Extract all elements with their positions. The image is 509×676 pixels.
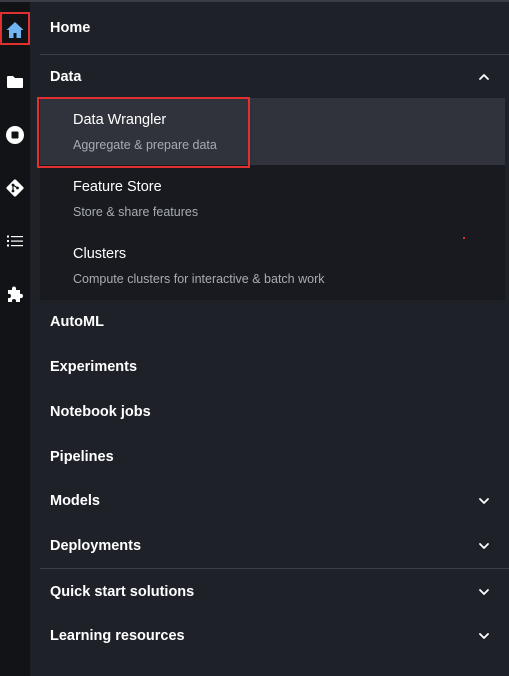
nav-label-deployments: Deployments (50, 537, 142, 554)
nav-item-data[interactable]: Data (40, 55, 509, 98)
nav-item-home[interactable]: Home (40, 2, 509, 54)
list-icon[interactable] (3, 229, 27, 253)
puzzle-icon[interactable] (3, 282, 27, 306)
nav-label-experiments: Experiments (50, 358, 138, 375)
nav-label-notebook-jobs: Notebook jobs (50, 403, 151, 420)
nav-item-notebook-jobs[interactable]: Notebook jobs (40, 389, 509, 434)
navigation-panel: Home Data Data Wrangler Aggregate & prep… (30, 2, 509, 676)
nav-item-quick-start-solutions[interactable]: Quick start solutions (40, 569, 509, 614)
icon-rail (0, 2, 30, 676)
submenu-item-clusters[interactable]: Clusters Compute clusters for interactiv… (40, 232, 505, 299)
chevron-down-icon (479, 542, 489, 549)
data-submenu: Data Wrangler Aggregate & prepare data F… (40, 98, 505, 300)
stop-circle-icon[interactable] (3, 123, 27, 147)
nav-label-data: Data (50, 68, 82, 85)
nav-item-pipelines[interactable]: Pipelines (40, 434, 509, 479)
submenu-item-feature-store[interactable]: Feature Store Store & share features (40, 165, 505, 232)
folder-icon[interactable] (3, 70, 27, 94)
submenu-description: Aggregate & prepare data (73, 138, 217, 152)
nav-item-deployments[interactable]: Deployments (40, 523, 509, 568)
nav-label-pipelines: Pipelines (50, 448, 114, 465)
git-icon[interactable] (3, 176, 27, 200)
nav-label-learning: Learning resources (50, 628, 185, 644)
chevron-down-icon (479, 498, 489, 504)
nav-item-experiments[interactable]: Experiments (40, 344, 509, 389)
nav-label-automl: AutoML (50, 314, 104, 330)
stray-marker (463, 237, 465, 239)
nav-item-automl[interactable]: AutoML (40, 300, 509, 344)
home-highlight-box (0, 12, 30, 45)
submenu-item-data-wrangler[interactable]: Data Wrangler Aggregate & prepare data (40, 98, 505, 165)
submenu-title: Data Wrangler (73, 112, 167, 128)
nav-label-home: Home (50, 20, 91, 36)
submenu-title: Feature Store (73, 179, 162, 195)
nav-label-models: Models (50, 493, 100, 509)
chevron-down-icon (479, 588, 489, 595)
nav-item-models[interactable]: Models (40, 479, 509, 523)
chevron-down-icon (479, 633, 489, 639)
nav-label-quick-start: Quick start solutions (50, 583, 195, 600)
chevron-up-icon (479, 73, 489, 80)
submenu-description: Store & share features (73, 205, 199, 219)
nav-item-learning-resources[interactable]: Learning resources (40, 614, 509, 658)
submenu-title: Clusters (73, 246, 127, 262)
submenu-description: Compute clusters for interactive & batch… (73, 272, 325, 286)
